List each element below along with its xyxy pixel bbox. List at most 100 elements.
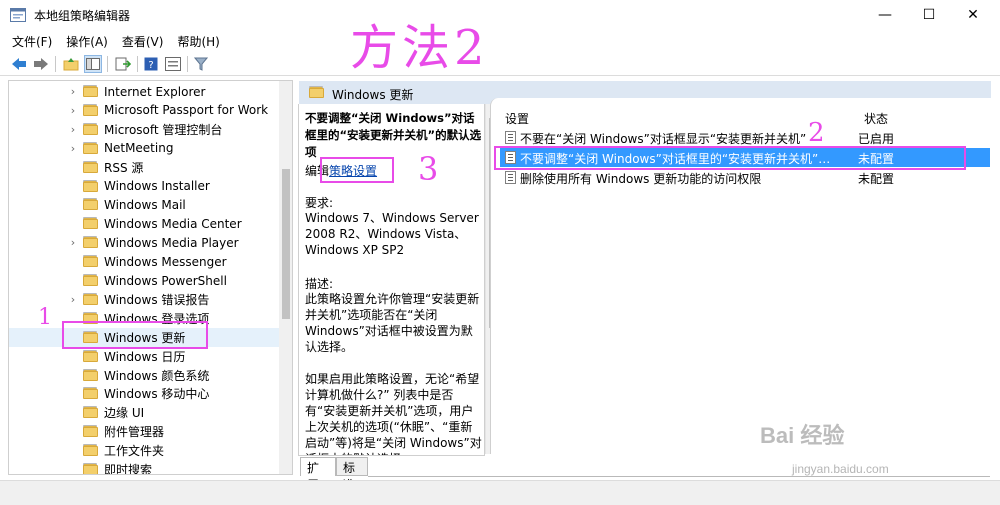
tree-item-label: Windows Mail xyxy=(104,197,186,212)
chevron-right-icon[interactable]: › xyxy=(67,142,79,155)
annotation-box-3 xyxy=(320,157,394,183)
folder-icon xyxy=(83,387,98,400)
annotation-box-1 xyxy=(62,321,208,349)
filter-icon[interactable] xyxy=(192,55,210,73)
folder-icon xyxy=(83,368,98,381)
tree-item[interactable]: Windows Installer xyxy=(9,177,279,196)
svg-text:?: ? xyxy=(148,60,153,71)
window-title: 本地组策略编辑器 xyxy=(34,9,131,23)
tree-item-label: Windows Installer xyxy=(104,179,210,193)
tree-item-label: Microsoft 管理控制台 xyxy=(104,122,223,137)
tree-item[interactable]: 附件管理器 xyxy=(9,422,279,441)
tree-item-label: Windows Media Player xyxy=(104,235,239,250)
tab-divider xyxy=(368,476,990,477)
folder-icon xyxy=(83,444,98,457)
policy-name: 删除使用所有 Windows 更新功能的访问权限 xyxy=(520,172,762,186)
folder-icon xyxy=(83,85,98,97)
annotation-number-2: 2 xyxy=(808,118,825,148)
tree-item[interactable]: 边缘 UI xyxy=(9,403,279,422)
tree-item-label: Windows 错误报告 xyxy=(104,292,210,307)
requirements-text: Windows 7、Windows Server 2008 R2、Windows… xyxy=(305,211,479,257)
tree-scrollbar[interactable] xyxy=(279,81,292,474)
column-header-setting[interactable]: 设置 xyxy=(505,110,529,127)
folder-icon xyxy=(83,425,98,438)
folder-icon xyxy=(83,103,98,116)
chevron-right-icon[interactable]: › xyxy=(67,293,79,306)
folder-icon xyxy=(83,255,98,268)
tree-item[interactable]: 工作文件夹 xyxy=(9,441,279,460)
tree-item[interactable]: › Microsoft 管理控制台 xyxy=(9,120,279,139)
tree-item[interactable]: Windows 日历 xyxy=(9,347,279,366)
folder-icon xyxy=(309,86,324,98)
tree-item[interactable]: › Windows Media Player xyxy=(9,233,279,252)
up-folder-icon[interactable] xyxy=(62,55,80,73)
forward-icon[interactable] xyxy=(32,55,50,73)
toolbar: ? xyxy=(0,52,1000,76)
tree-pane: › Internet Explorer › Microsoft Passport fo… xyxy=(8,80,293,475)
menu-view[interactable]: 查看(V) xyxy=(122,33,164,50)
close-button[interactable]: ✕ xyxy=(950,0,996,30)
menu-file[interactable]: 文件(F) xyxy=(12,33,52,50)
chevron-right-icon[interactable]: › xyxy=(67,104,79,117)
back-icon[interactable] xyxy=(10,55,28,73)
chevron-right-icon[interactable]: › xyxy=(67,123,79,136)
tree-item[interactable]: 即时搜索 xyxy=(9,460,279,475)
tree-item[interactable]: Windows PowerShell xyxy=(9,271,279,290)
tree-item-label: Microsoft Passport for Work xyxy=(104,103,269,118)
export-list-icon[interactable] xyxy=(114,55,132,73)
tree-item[interactable]: › Internet Explorer xyxy=(9,82,279,101)
maximize-button[interactable]: ☐ xyxy=(906,0,952,30)
tree-item[interactable]: Windows Messenger xyxy=(9,252,279,271)
tree-item-label: 即时搜索 xyxy=(104,463,153,475)
tree-item-label: Windows 颜色系统 xyxy=(104,368,210,383)
tree-item[interactable]: › Microsoft Passport for Work xyxy=(9,101,279,120)
tree-item[interactable]: RSS 源 xyxy=(9,158,279,177)
tab-standard[interactable]: 标准 xyxy=(336,457,368,492)
tree-item-label: Windows PowerShell xyxy=(104,273,227,288)
description-text-2: 如果启用此策略设置，无论“希望计算机做什么?” 列表中是否有“安装更新并关机”选… xyxy=(305,372,482,455)
policy-setting-icon xyxy=(505,131,516,144)
tree-item-label: 工作文件夹 xyxy=(104,444,165,459)
folder-icon xyxy=(83,141,98,154)
tree-item-label: Windows Messenger xyxy=(104,254,227,269)
tree-item-label: Windows 日历 xyxy=(104,349,186,364)
baidu-watermark: Bai 经验 xyxy=(760,423,845,448)
tree-item-label: NetMeeting xyxy=(104,141,174,156)
policy-row[interactable]: 删除使用所有 Windows 更新功能的访问权限 未配置 xyxy=(500,168,990,187)
folder-icon xyxy=(83,122,98,135)
properties-icon[interactable] xyxy=(164,55,182,73)
tree-item[interactable]: Windows 移动中心 xyxy=(9,384,279,403)
menu-action[interactable]: 操作(A) xyxy=(66,33,108,50)
annotation-box-2 xyxy=(494,146,966,170)
annotation-number-1: 1 xyxy=(38,305,52,330)
tree-item[interactable]: Windows Media Center xyxy=(9,214,279,233)
tree-item[interactable]: › NetMeeting xyxy=(9,139,279,158)
chevron-right-icon[interactable]: › xyxy=(67,85,79,98)
policy-setting-icon xyxy=(505,171,516,184)
tree-item-label: Internet Explorer xyxy=(104,84,206,99)
group-policy-icon xyxy=(10,8,26,22)
scroll-thumb[interactable] xyxy=(282,169,290,319)
tree-item[interactable]: Windows Mail xyxy=(9,195,279,214)
tab-extended[interactable]: 扩展 xyxy=(300,457,336,492)
description-text: 此策略设置允许你管理“安装更新并关机”选项能否在“关闭 Windows”对话框中… xyxy=(305,292,480,354)
policy-row[interactable]: 不要在“关闭 Windows”对话框显示“安装更新并关机” 已启用 xyxy=(500,128,990,147)
tree-item[interactable]: Windows 颜色系统 xyxy=(9,366,279,385)
chevron-right-icon[interactable]: › xyxy=(67,236,79,249)
baidu-watermark-url: jingyan.baidu.com xyxy=(792,462,889,476)
column-header-status[interactable]: 状态 xyxy=(864,110,888,127)
minimize-button[interactable]: — xyxy=(862,0,908,30)
policy-state: 未配置 xyxy=(858,172,895,186)
tree-item-label: 附件管理器 xyxy=(104,425,165,440)
folder-icon xyxy=(83,179,98,192)
folder-icon xyxy=(83,236,98,249)
annotation-number-3: 3 xyxy=(418,150,439,188)
tree-item-label: RSS 源 xyxy=(104,160,144,175)
folder-icon xyxy=(83,406,98,419)
help-icon[interactable]: ? xyxy=(142,55,160,73)
description-label: 描述: xyxy=(305,277,334,291)
show-tree-icon[interactable] xyxy=(84,55,102,73)
menu-help[interactable]: 帮助(H) xyxy=(177,33,219,50)
tree-item-label: 边缘 UI xyxy=(104,406,145,421)
folder-icon xyxy=(83,292,98,305)
